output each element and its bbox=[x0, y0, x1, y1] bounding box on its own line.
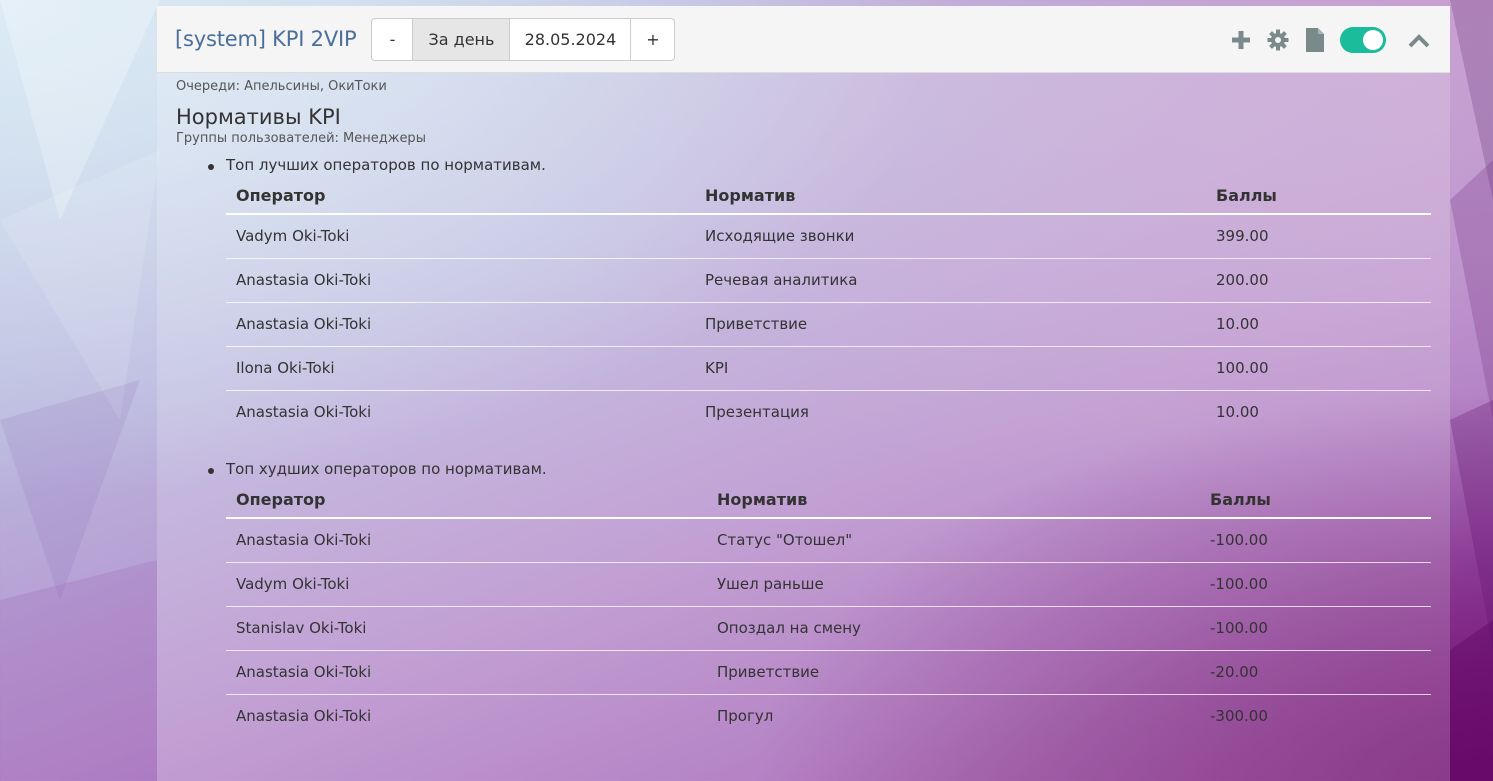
table-header-row: Оператор Норматив Баллы bbox=[226, 178, 1431, 215]
table-row: Vadym Oki-Toki Исходящие звонки 399.00 bbox=[226, 214, 1431, 258]
norm-cell: Статус "Отошел" bbox=[717, 531, 853, 550]
operator-cell: Anastasia Oki-Toki bbox=[226, 389, 695, 434]
panel-title: [system] KPI 2VIP bbox=[175, 27, 357, 51]
date-next-button[interactable]: + bbox=[631, 19, 674, 60]
score-cell: -100.00 bbox=[1210, 531, 1268, 550]
score-cell: 200.00 bbox=[1206, 257, 1431, 302]
column-header-score: Баллы bbox=[1206, 178, 1431, 215]
norm-cell: Речевая аналитика bbox=[695, 257, 1206, 302]
panel-header: [system] KPI 2VIP - За день 28.05.2024 + bbox=[157, 6, 1450, 73]
period-button[interactable]: За день bbox=[413, 18, 511, 60]
column-header-norm: Норматив bbox=[707, 482, 1200, 519]
best-operators-item: Топ лучших операторов по нормативам. Опе… bbox=[208, 156, 1431, 434]
kpi-lists: Топ лучших операторов по нормативам. Опе… bbox=[176, 156, 1431, 738]
score-cell: 10.00 bbox=[1206, 301, 1431, 346]
table-row: Anastasia Oki-Toki Статус "Отошел" -100.… bbox=[226, 518, 1431, 562]
worst-operators-label: Топ худших операторов по нормативам. bbox=[208, 460, 1431, 482]
worst-operators-item: Топ худших операторов по нормативам. Опе… bbox=[208, 460, 1431, 738]
table-header-row: Оператор Норматив Баллы bbox=[226, 482, 1431, 519]
score-cell: -100.00 bbox=[1200, 561, 1431, 606]
operator-cell: Stanislav Oki-Toki bbox=[226, 605, 707, 650]
column-header-score: Баллы bbox=[1200, 482, 1431, 519]
user-groups-text: Группы пользователей: Менеджеры bbox=[176, 131, 426, 146]
score-cell: 100.00 bbox=[1206, 345, 1431, 390]
date-field[interactable]: 28.05.2024 bbox=[510, 18, 632, 60]
best-operators-label: Топ лучших операторов по нормативам. bbox=[208, 156, 1431, 178]
table-row: Ilona Oki-Toki KPI 100.00 bbox=[226, 345, 1431, 390]
norm-cell: Приветствие bbox=[695, 301, 1206, 346]
column-header-norm: Норматив bbox=[695, 178, 1206, 215]
table-row: Stanislav Oki-Toki Опоздал на смену -100… bbox=[226, 605, 1431, 650]
toggle-knob bbox=[1363, 29, 1383, 50]
operator-cell: Anastasia Oki-Toki bbox=[226, 301, 695, 346]
operator-cell: Ilona Oki-Toki bbox=[226, 345, 695, 390]
table-row: Anastasia Oki-Toki Приветствие 10.00 bbox=[226, 301, 1431, 346]
table-row: Anastasia Oki-Toki Прогул -300.00 bbox=[226, 693, 1431, 738]
table-row: Vadym Oki-Toki Ушел раньше -100.00 bbox=[226, 561, 1431, 606]
panel-body: Очереди: Апельсины, ОкиТоки Нормативы KP… bbox=[157, 73, 1450, 738]
panel-toggle[interactable] bbox=[1340, 26, 1386, 53]
date-prev-button[interactable]: - bbox=[372, 18, 414, 60]
operator-cell: Anastasia Oki-Toki bbox=[226, 257, 695, 302]
norm-cell: KPI bbox=[695, 345, 1206, 390]
table-row: Anastasia Oki-Toki Речевая аналитика 200… bbox=[226, 257, 1431, 302]
operator-cell: Anastasia Oki-Toki bbox=[226, 693, 707, 738]
best-operators-table: Оператор Норматив Баллы Vadym Oki-Toki И… bbox=[226, 178, 1431, 434]
operator-cell: Vadym Oki-Toki bbox=[236, 227, 350, 246]
norm-cell: Опоздал на смену bbox=[707, 605, 1200, 650]
operator-cell: Anastasia Oki-Toki bbox=[236, 531, 372, 550]
table-row: Anastasia Oki-Toki Презентация 10.00 bbox=[226, 389, 1431, 434]
document-icon[interactable] bbox=[1302, 27, 1328, 53]
queues-text: Очереди: Апельсины, ОкиТоки bbox=[176, 79, 387, 94]
kpi-panel: [system] KPI 2VIP - За день 28.05.2024 + bbox=[157, 6, 1450, 781]
score-cell: 399.00 bbox=[1216, 227, 1269, 246]
operator-cell: Anastasia Oki-Toki bbox=[226, 649, 707, 694]
norm-cell: Прогул bbox=[707, 693, 1200, 738]
plus-icon[interactable] bbox=[1228, 27, 1254, 53]
operator-cell: Vadym Oki-Toki bbox=[226, 561, 707, 606]
norm-cell: Презентация bbox=[695, 389, 1206, 434]
worst-operators-table: Оператор Норматив Баллы Anastasia Oki-To… bbox=[226, 482, 1431, 738]
section-title: Нормативы KPI bbox=[176, 105, 341, 129]
chevron-up-icon[interactable] bbox=[1406, 27, 1432, 53]
column-header-operator: Оператор bbox=[226, 482, 707, 519]
gear-icon[interactable] bbox=[1265, 27, 1291, 53]
norm-cell: Ушел раньше bbox=[707, 561, 1200, 606]
score-cell: -20.00 bbox=[1200, 649, 1431, 694]
norm-cell: Приветствие bbox=[707, 649, 1200, 694]
score-cell: -300.00 bbox=[1200, 693, 1431, 738]
table-row: Anastasia Oki-Toki Приветствие -20.00 bbox=[226, 649, 1431, 694]
column-header-operator: Оператор bbox=[226, 178, 695, 215]
score-cell: 10.00 bbox=[1206, 389, 1431, 434]
panel-tools bbox=[1217, 6, 1432, 73]
date-selector: - За день 28.05.2024 + bbox=[371, 17, 676, 61]
norm-cell: Исходящие звонки bbox=[705, 227, 855, 246]
score-cell: -100.00 bbox=[1200, 605, 1431, 650]
